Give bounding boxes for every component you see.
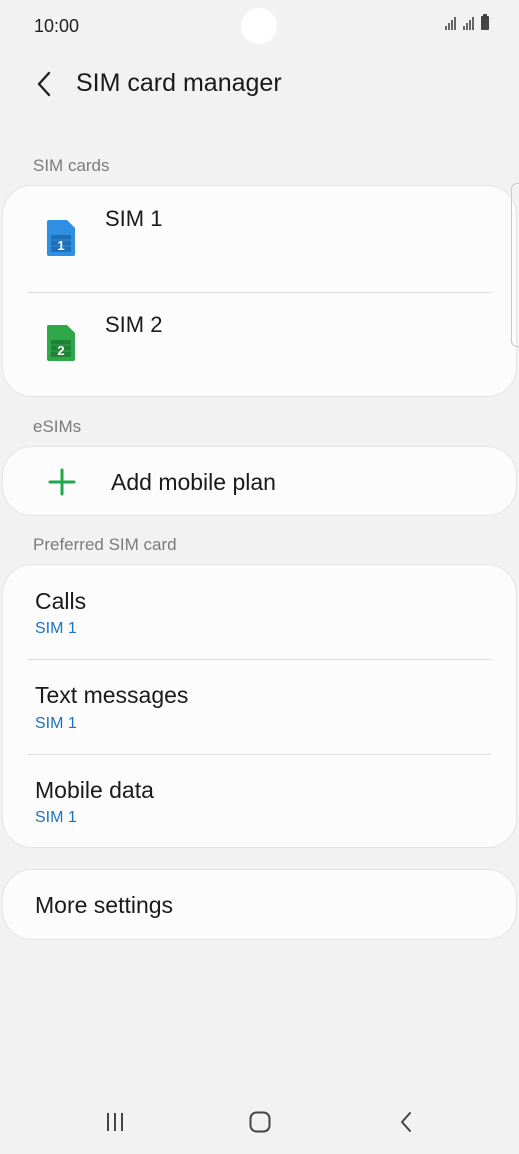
signal-1-icon [445, 16, 456, 30]
sim-card-icon: 2 [47, 325, 75, 361]
pref-item-calls[interactable]: Calls SIM 1 [3, 565, 516, 659]
sim-card-icon: 1 [47, 220, 75, 256]
preferred-sim-card: Calls SIM 1 Text messages SIM 1 Mobile d… [2, 564, 517, 848]
back-button[interactable] [28, 66, 60, 102]
pref-item-text-messages[interactable]: Text messages SIM 1 [3, 660, 516, 754]
esims-card: Add mobile plan [2, 446, 517, 516]
pref-value: SIM 1 [35, 715, 77, 732]
camera-cutout [241, 8, 277, 44]
pref-title: Mobile data [35, 777, 154, 803]
pref-title: Text messages [35, 682, 189, 708]
section-label-sim-cards: SIM cards [33, 156, 110, 175]
pref-value: SIM 1 [35, 620, 77, 637]
sim-cards-card: 1 SIM 1 2 SIM 2 [2, 185, 517, 397]
plus-icon [48, 468, 76, 496]
navigation-bar [0, 1090, 519, 1154]
app-header: SIM card manager [0, 58, 519, 110]
add-mobile-plan-label: Add mobile plan [111, 469, 276, 495]
add-mobile-plan-button[interactable]: Add mobile plan [3, 447, 516, 515]
sim-1-item[interactable]: 1 SIM 1 [3, 186, 516, 292]
home-button[interactable] [236, 1098, 284, 1146]
sim-1-label: SIM 1 [105, 206, 163, 231]
page-title: SIM card manager [76, 69, 282, 97]
recents-button[interactable] [91, 1098, 139, 1146]
pref-value: SIM 1 [35, 809, 77, 826]
status-bar: 10:00 [0, 0, 519, 52]
svg-text:1: 1 [57, 238, 64, 253]
pref-title: Calls [35, 588, 87, 614]
pref-item-mobile-data[interactable]: Mobile data SIM 1 [3, 755, 516, 849]
battery-icon [481, 14, 489, 30]
nav-back-button[interactable] [382, 1098, 430, 1146]
sim-2-label: SIM 2 [105, 312, 163, 337]
sim-2-item[interactable]: 2 SIM 2 [3, 293, 516, 399]
more-settings-button[interactable]: More settings [2, 869, 517, 940]
section-label-esims: eSIMs [33, 417, 82, 436]
back-arrow-icon [37, 71, 51, 97]
svg-text:2: 2 [57, 343, 64, 358]
section-label-preferred: Preferred SIM card [33, 535, 177, 554]
recents-icon [107, 1113, 123, 1131]
home-icon [249, 1111, 271, 1133]
system-icons [445, 14, 489, 30]
more-settings-label: More settings [35, 892, 174, 918]
status-time: 10:00 [34, 16, 80, 36]
nav-back-icon [401, 1112, 411, 1132]
scroll-indicator [511, 183, 519, 347]
signal-2-icon [463, 16, 474, 30]
